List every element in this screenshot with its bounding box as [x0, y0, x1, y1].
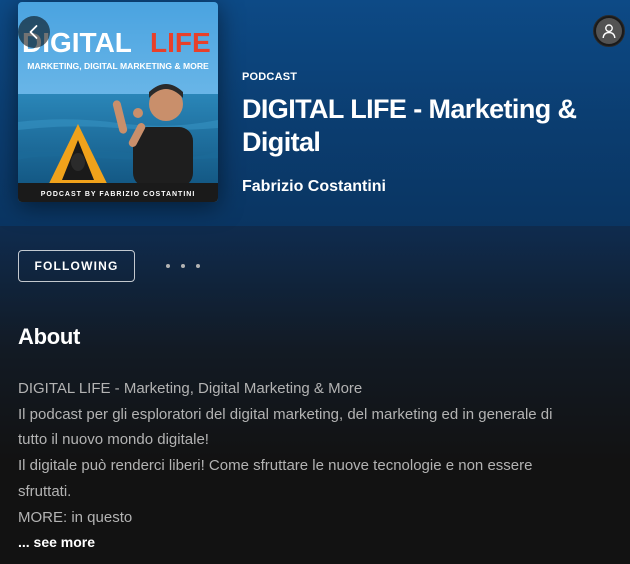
- chevron-left-icon: [29, 25, 38, 39]
- back-button[interactable]: [18, 16, 50, 48]
- podcast-author[interactable]: Fabrizio Costantini: [242, 178, 386, 196]
- more-options-button[interactable]: [166, 256, 200, 276]
- description-line: sfruttati.: [18, 482, 72, 500]
- content-type-label: PODCAST: [242, 71, 298, 83]
- about-description: DIGITAL LIFE - Marketing, Digital Market…: [18, 376, 618, 530]
- page-title: DIGITAL LIFE - Marketing & Digital: [242, 94, 577, 157]
- cover-footer: PODCAST BY FABRIZIO COSTANTINI: [41, 191, 196, 198]
- cover-subtitle: MARKETING, DIGITAL MARKETING & MORE: [27, 61, 209, 71]
- description-line: DIGITAL LIFE - Marketing, Digital Market…: [18, 380, 363, 397]
- user-icon: [602, 24, 616, 39]
- profile-button[interactable]: [593, 15, 625, 47]
- description-line: Il digitale può renderci liberi! Come sf…: [18, 457, 533, 475]
- podcast-page: DIGITAL LIFE MARKETING, DIGITAL MARKETIN…: [0, 0, 630, 564]
- description-line: Il podcast per gli esploratori del digit…: [18, 405, 553, 423]
- description-line: tutto il nuovo mondo digitale!: [18, 431, 209, 449]
- description-line: MORE: in questo: [18, 508, 133, 526]
- see-more-link[interactable]: ... see more: [18, 534, 95, 550]
- cover-title-right: LIFE: [150, 27, 211, 58]
- avatar: [596, 18, 622, 44]
- more-options-icon: [166, 264, 170, 268]
- following-button[interactable]: FOLLOWING: [18, 250, 135, 282]
- more-options-icon: [196, 264, 200, 268]
- more-options-icon: [181, 264, 185, 268]
- about-heading: About: [18, 324, 81, 349]
